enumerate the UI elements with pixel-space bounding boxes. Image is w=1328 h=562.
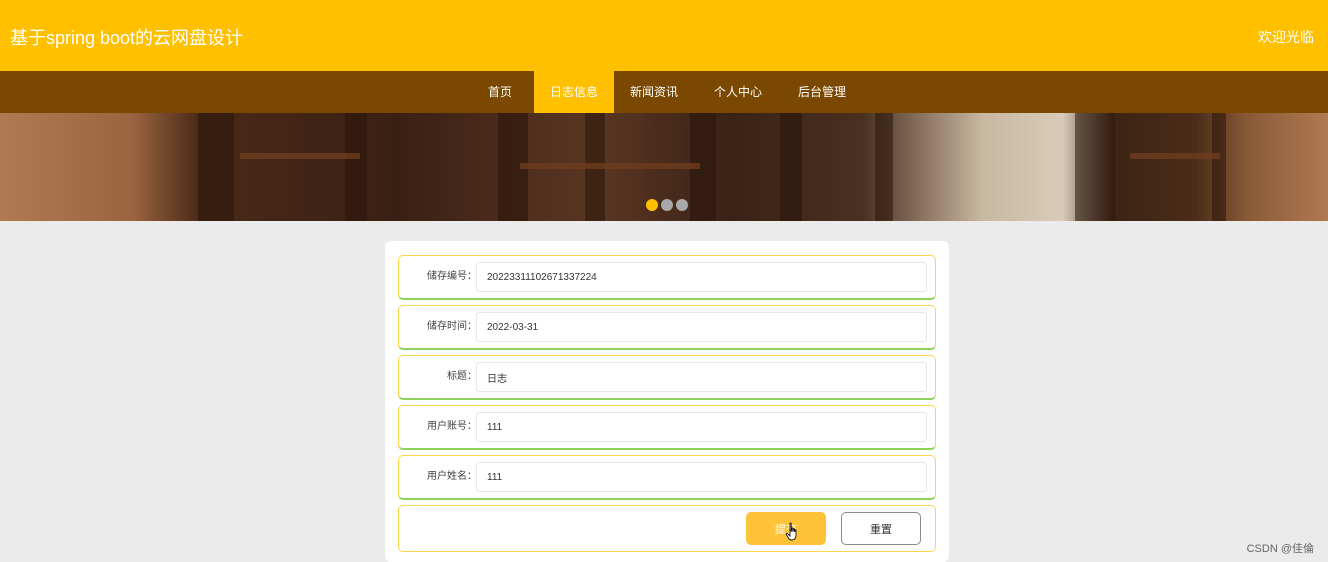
- banner-decor: [1130, 153, 1220, 159]
- carousel-dot-1[interactable]: [646, 199, 658, 211]
- storage-id-label: 储存编号：: [427, 271, 477, 282]
- carousel-dot-3[interactable]: [676, 199, 688, 211]
- hand-cursor-icon: [785, 522, 797, 541]
- user-name-input[interactable]: [476, 462, 927, 492]
- user-account-label: 用户账号：: [427, 421, 477, 432]
- nav-item-personal-center[interactable]: 个人中心: [706, 71, 770, 113]
- banner-decor: [198, 113, 234, 221]
- title-label: 标题：: [447, 371, 477, 382]
- banner-decor: [1075, 113, 1115, 221]
- site-title: 基于spring boot的云网盘设计: [10, 28, 244, 48]
- welcome-text: 欢迎光临: [1258, 29, 1314, 45]
- banner-decor: [240, 153, 360, 159]
- banner-carousel[interactable]: [0, 113, 1328, 221]
- banner-decor: [875, 113, 893, 221]
- banner-decor: [1212, 113, 1226, 221]
- nav-item-news[interactable]: 新闻资讯: [622, 71, 686, 113]
- reset-button[interactable]: 重置: [841, 512, 921, 545]
- form-actions: 提交 重置: [398, 505, 936, 552]
- nav-item-log-info[interactable]: 日志信息: [534, 71, 614, 113]
- carousel-dot-2[interactable]: [661, 199, 673, 211]
- watermark: CSDN @佳倫: [1246, 543, 1314, 555]
- user-account-input[interactable]: [476, 412, 927, 442]
- storage-id-input[interactable]: [476, 262, 927, 292]
- storage-time-input[interactable]: [476, 312, 927, 342]
- title-row: 标题：: [398, 355, 936, 400]
- user-name-label: 用户姓名：: [427, 471, 477, 482]
- banner-decor: [780, 113, 802, 221]
- nav-item-admin[interactable]: 后台管理: [790, 71, 854, 113]
- storage-id-row: 储存编号：: [398, 255, 936, 300]
- user-name-row: 用户姓名：: [398, 455, 936, 500]
- user-account-row: 用户账号：: [398, 405, 936, 450]
- header-bar: 基于spring boot的云网盘设计 欢迎光临: [0, 0, 1328, 71]
- storage-time-label: 储存时间：: [427, 321, 477, 332]
- nav-item-home[interactable]: 首页: [478, 71, 522, 113]
- banner-decor: [520, 163, 700, 169]
- storage-time-row: 储存时间：: [398, 305, 936, 350]
- title-input[interactable]: [476, 362, 927, 392]
- banner-decor: [345, 113, 367, 221]
- log-detail-form: 储存编号： 储存时间： 标题： 用户账号： 用户姓名： 提交 重置: [385, 241, 949, 562]
- main-nav: 首页 日志信息 新闻资讯 个人中心 后台管理: [0, 71, 1328, 113]
